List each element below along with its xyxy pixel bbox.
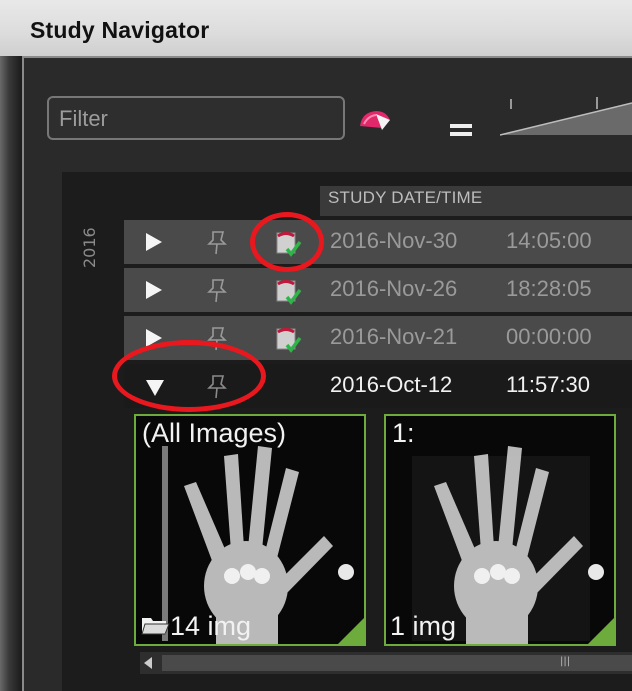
pin-icon[interactable] <box>204 228 230 256</box>
title-bar: Study Navigator <box>0 0 632 56</box>
study-date: 2016-Nov-30 <box>330 228 458 253</box>
expand-arrow-icon[interactable] <box>146 281 162 299</box>
annotation-circle <box>250 212 324 272</box>
thumbnail-count-label: 14 img <box>140 611 251 642</box>
horizontal-scrollbar[interactable]: ||| <box>140 652 632 674</box>
annotation-circle <box>112 340 266 412</box>
window-title: Study Navigator <box>30 17 210 43</box>
column-header-study-date[interactable]: STUDY DATE/TIME <box>320 186 632 216</box>
study-date: 2016-Nov-26 <box>330 276 458 301</box>
expand-arrow-icon[interactable] <box>146 233 162 251</box>
study-time: 18:28:05 <box>506 276 592 301</box>
folder-icon <box>141 618 170 635</box>
thumbnail-title: 1: <box>392 418 415 448</box>
study-time: 00:00:00 <box>506 324 592 349</box>
thumbnail-title: (All Images) <box>142 418 287 448</box>
study-time: 11:57:30 <box>506 372 591 397</box>
report-verified-icon[interactable] <box>274 325 302 353</box>
thumbnail-count: 14 img <box>170 611 252 641</box>
filter-input[interactable] <box>59 106 329 132</box>
zoom-slider[interactable] <box>499 95 632 140</box>
study-date: 2016-Oct-12 <box>330 372 453 397</box>
filter-field[interactable] <box>47 96 345 140</box>
thumbnail-count: 1 img <box>390 611 457 641</box>
series-thumbnail[interactable]: 1: 1 img <box>384 414 616 646</box>
clear-filter-icon[interactable] <box>356 106 394 134</box>
scrollbar-grip-icon: ||| <box>560 656 571 667</box>
study-time: 14:05:00 <box>506 228 592 253</box>
year-group-label: 2016 <box>70 212 110 272</box>
equal-icon[interactable] <box>450 122 472 138</box>
study-row[interactable]: 2016-Nov-30 14:05:00 <box>124 220 632 264</box>
thumbnail-corner-marker <box>588 618 614 644</box>
left-edge <box>0 56 22 691</box>
report-verified-icon[interactable] <box>274 277 302 305</box>
study-row[interactable]: 2016-Nov-26 18:28:05 <box>124 268 632 312</box>
scroll-left-icon[interactable] <box>144 657 152 669</box>
study-date: 2016-Nov-21 <box>330 324 458 349</box>
thumbnail-corner-marker <box>338 618 364 644</box>
pin-icon[interactable] <box>204 276 230 304</box>
series-thumbnail[interactable]: (All Images) 14 img <box>134 414 366 646</box>
year-group-text: 2016 <box>80 227 99 268</box>
